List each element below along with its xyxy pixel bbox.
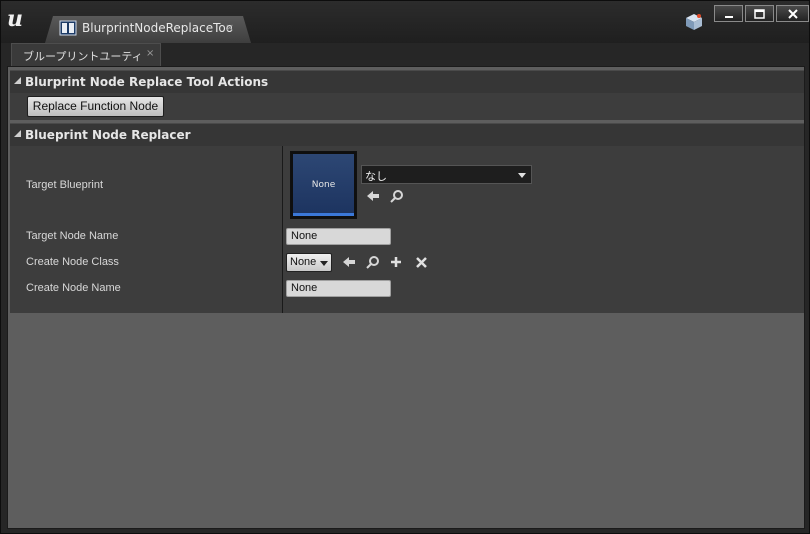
chevron-down-icon: [518, 173, 526, 178]
document-tab-title: BlurprintNodeReplaceToo: [82, 21, 232, 35]
category-title-actions: Blurprint Node Replace Tool Actions: [25, 75, 269, 89]
asset-type-bar: [293, 213, 354, 216]
target-node-name-field[interactable]: None: [286, 228, 391, 245]
asset-thumbnail-image: None: [293, 154, 354, 214]
details-panel: Blurprint Node Replace Tool Actions Repl…: [7, 66, 805, 529]
category-header-actions[interactable]: Blurprint Node Replace Tool Actions: [10, 70, 804, 93]
column-divider[interactable]: [282, 146, 283, 313]
create-node-class-label: Create Node Class: [26, 256, 119, 268]
search-icon: [390, 190, 403, 203]
browse-button[interactable]: [389, 188, 405, 204]
collapse-arrow-icon[interactable]: [14, 130, 21, 137]
close-window-button[interactable]: [776, 5, 809, 22]
target-blueprint-label: Target Blueprint: [26, 179, 104, 191]
minimize-button[interactable]: [714, 5, 743, 22]
maximize-button[interactable]: [745, 5, 774, 22]
maximize-icon: [754, 8, 765, 19]
plus-icon: [391, 257, 401, 267]
category-body-actions: Replace Function Node: [10, 93, 804, 120]
editor-window: u BlurprintNodeReplaceToo × ブループリントユーティ …: [0, 0, 810, 534]
back-arrow-icon: [343, 257, 355, 267]
category-header-replacer[interactable]: Blueprint Node Replacer: [10, 123, 804, 146]
create-node-name-field[interactable]: None: [286, 280, 391, 297]
target-node-name-label: Target Node Name: [26, 230, 119, 242]
window-controls: [714, 5, 809, 22]
asset-thumbnail-text: None: [311, 180, 336, 190]
panel-tab[interactable]: ブループリントユーティ ×: [11, 43, 161, 67]
replace-function-node-button[interactable]: Replace Function Node: [27, 96, 164, 117]
book-icon: [59, 20, 77, 36]
source-control-icon[interactable]: [684, 12, 704, 32]
class-add-button[interactable]: [388, 254, 404, 270]
ue-logo-icon[interactable]: u: [7, 7, 31, 31]
back-arrow-icon: [367, 191, 379, 201]
close-icon: [787, 8, 798, 19]
document-tab[interactable]: BlurprintNodeReplaceToo ×: [45, 16, 251, 43]
target-blueprint-value: なし: [365, 170, 387, 183]
clear-icon: [415, 256, 427, 268]
create-node-class-value: None: [290, 256, 317, 268]
target-blueprint-combo[interactable]: なし: [361, 165, 532, 184]
collapse-arrow-icon[interactable]: [14, 77, 21, 84]
use-selected-button[interactable]: [365, 188, 381, 204]
create-node-class-combo[interactable]: None: [286, 253, 332, 272]
panel-tab-close-button[interactable]: ×: [146, 48, 154, 59]
category-body-replacer: Target Blueprint None なし Target Node Nam…: [10, 146, 804, 313]
chevron-down-icon: [320, 261, 328, 266]
search-icon: [366, 256, 379, 269]
document-tab-close-button[interactable]: ×: [225, 21, 234, 34]
panel-tab-label: ブループリントユーティ: [23, 50, 143, 63]
category-title-replacer: Blueprint Node Replacer: [25, 128, 191, 142]
class-clear-button[interactable]: [413, 254, 429, 270]
asset-thumbnail[interactable]: None: [290, 151, 357, 219]
minimize-icon: [724, 15, 733, 18]
create-node-name-label: Create Node Name: [26, 282, 121, 294]
title-bar: u BlurprintNodeReplaceToo ×: [1, 1, 809, 43]
class-use-selected-button[interactable]: [341, 254, 357, 270]
class-browse-button[interactable]: [365, 254, 381, 270]
